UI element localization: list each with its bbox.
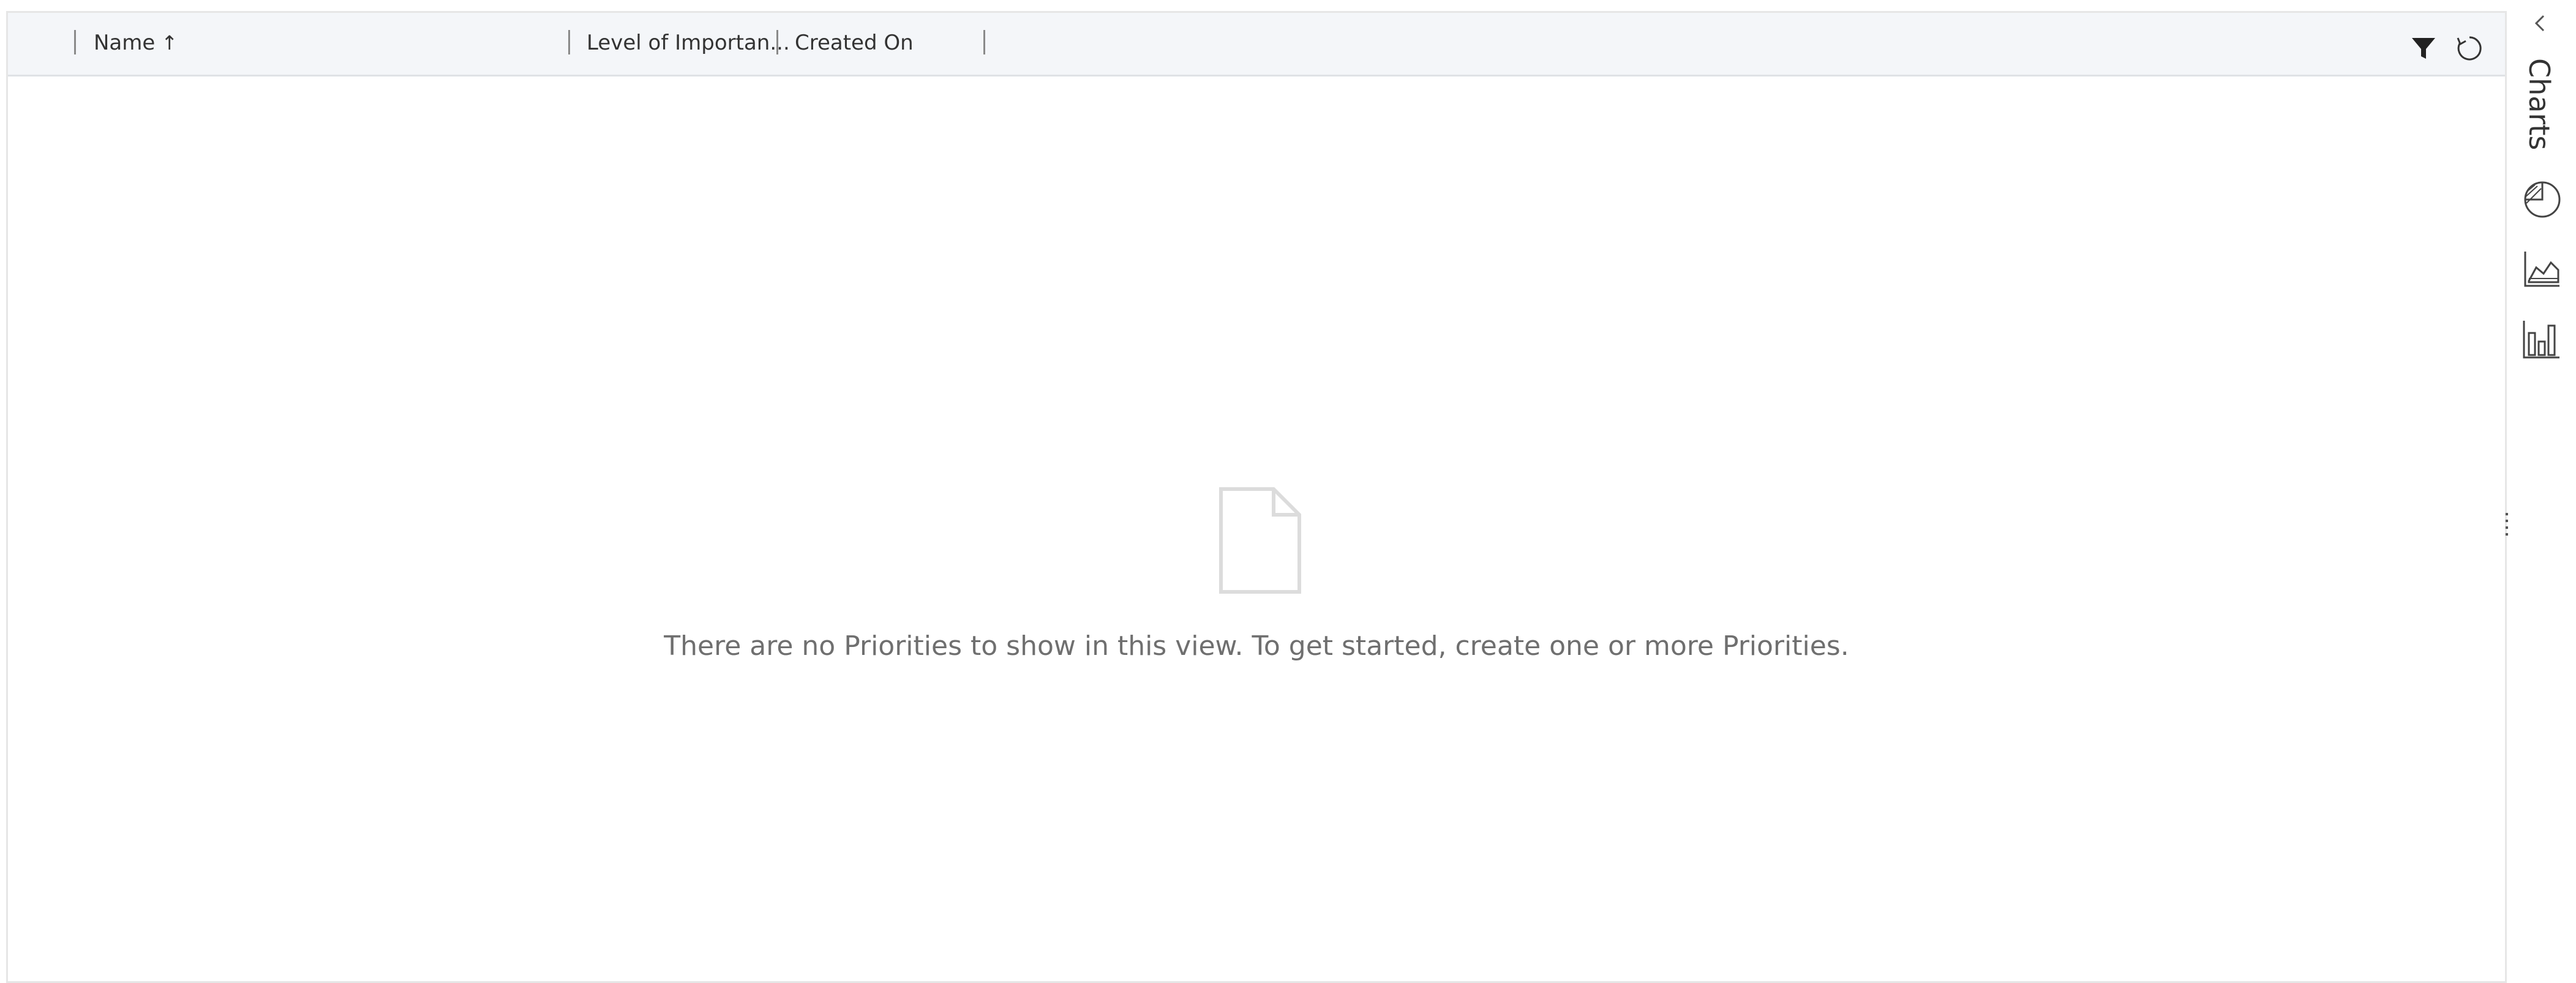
column-header-created-on[interactable]: Created On <box>795 29 914 56</box>
column-header-name[interactable]: Name ↑ <box>94 29 178 56</box>
charts-pane: Charts <box>2510 0 2576 983</box>
column-header-level-of-importance[interactable]: Level of Importan... <box>587 29 790 56</box>
document-icon <box>1219 487 1301 594</box>
empty-state-message: There are no Priorities to show in this … <box>664 630 1849 662</box>
pane-splitter-handle[interactable] <box>2506 513 2509 544</box>
pie-chart-icon[interactable] <box>2519 176 2563 220</box>
empty-state: There are no Priorities to show in this … <box>8 77 2505 982</box>
filter-icon[interactable] <box>2405 30 2442 67</box>
column-resize-handle[interactable] <box>983 30 985 54</box>
charts-pane-title[interactable]: Charts <box>2523 58 2556 150</box>
column-header-name-label: Name <box>94 31 156 55</box>
sort-ascending-icon: ↑ <box>161 31 178 54</box>
column-resize-handle[interactable] <box>568 30 570 54</box>
column-resize-handle[interactable] <box>74 30 76 54</box>
bar-chart-icon[interactable] <box>2519 317 2563 361</box>
column-header-row: Name ↑ Level of Importan... Created On <box>8 13 2505 77</box>
grid-panel: Name ↑ Level of Importan... Created On T… <box>6 11 2507 983</box>
column-resize-handle[interactable] <box>776 30 778 54</box>
refresh-icon[interactable] <box>2451 30 2488 67</box>
chevron-left-icon[interactable] <box>2529 11 2553 36</box>
column-header-created-on-label: Created On <box>795 31 914 55</box>
area-chart-icon[interactable] <box>2519 247 2563 291</box>
column-header-level-label: Level of Importan... <box>587 31 790 55</box>
